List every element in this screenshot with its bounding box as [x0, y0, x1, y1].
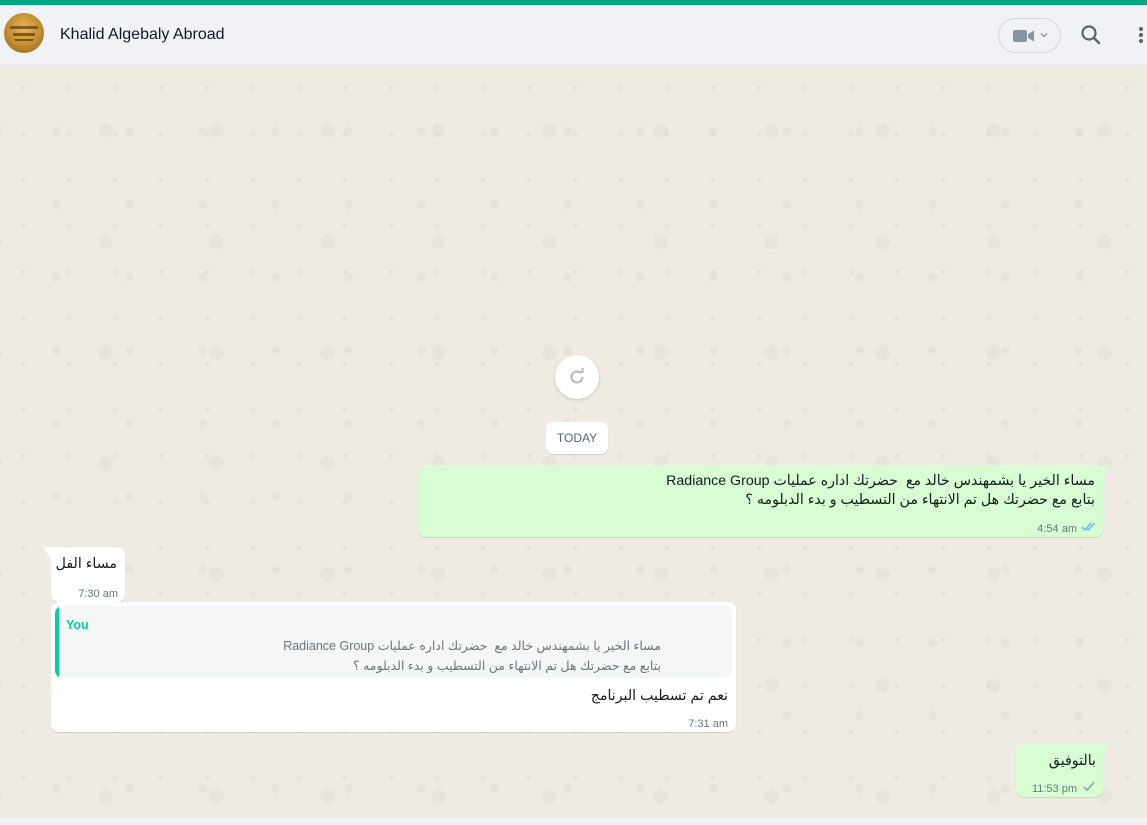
message-incoming[interactable]: مساء الفل 7:30 am [51, 547, 125, 602]
message-outgoing[interactable]: مساء الخير يا بشمهندس خالد مع حضرتك ادار… [418, 465, 1103, 537]
more-vertical-icon[interactable] [1130, 22, 1147, 48]
composer-bar [0, 817, 1147, 825]
message-text: نعم تم تسطيب البرنامج [590, 688, 728, 704]
video-call-button[interactable] [998, 18, 1061, 53]
quoted-text: مساء الخير يا بشمهندس خالد مع حضرتك ادار… [283, 639, 661, 673]
quote-accent-bar [55, 606, 59, 678]
bubble-tail-icon [43, 547, 51, 559]
video-camera-icon [1013, 30, 1034, 42]
date-divider: TODAY [546, 422, 608, 454]
message-text: بالتوفيق [1048, 753, 1096, 769]
contact-avatar[interactable] [4, 13, 44, 53]
chat-header: Khalid Algebaly Abroad [0, 5, 1147, 65]
bubble-tail-icon [1102, 744, 1110, 756]
quoted-author: You [66, 618, 89, 632]
bubble-tail-icon [1102, 465, 1110, 477]
quoted-message[interactable]: You مساء الخير يا بشمهندس خالد مع حضرتك … [55, 606, 732, 678]
contact-name[interactable]: Khalid Algebaly Abroad [60, 26, 225, 44]
search-icon[interactable] [1078, 22, 1104, 48]
message-text: مساء الفل [55, 556, 117, 572]
message-time: 11:53 pm [1031, 783, 1077, 795]
message-time: 7:31 am [688, 718, 728, 730]
message-text: مساء الخير يا بشمهندس خالد مع حضرتك ادار… [666, 473, 1095, 508]
refresh-icon [570, 368, 584, 384]
single-check-icon [1083, 782, 1095, 792]
message-incoming[interactable]: You مساء الخير يا بشمهندس خالد مع حضرتك … [51, 602, 736, 732]
message-time: 4:54 am [1037, 523, 1077, 535]
double-check-icon [1081, 522, 1096, 532]
load-earlier-button[interactable] [555, 355, 599, 399]
chevron-down-icon [1040, 33, 1048, 38]
message-outgoing[interactable]: بالتوفيق 11:53 pm [1016, 744, 1103, 797]
chat-area[interactable]: TODAY مساء الخير يا بشمهندس خالد مع حضرت… [0, 65, 1147, 817]
